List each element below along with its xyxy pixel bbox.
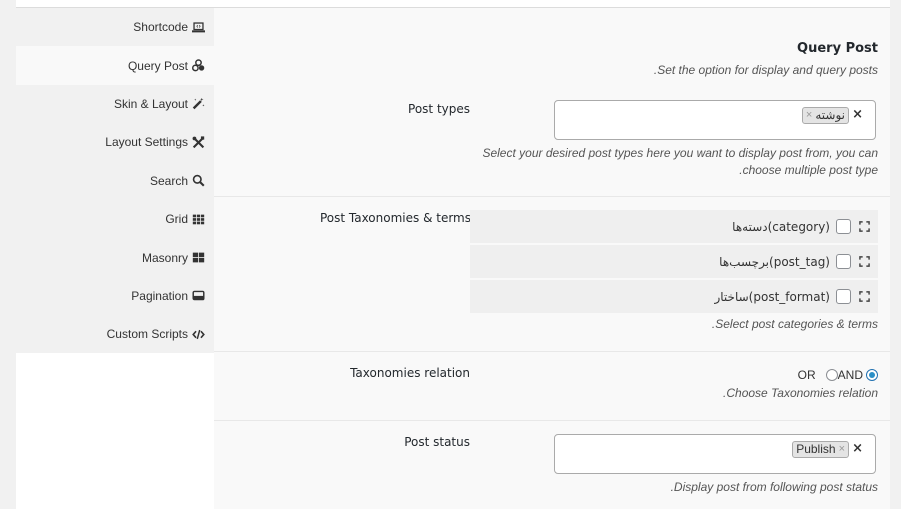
or-radio[interactable] [825,369,838,381]
taxonomy-label: دسته‌ها(category) [732,219,830,234]
row-divider [214,196,890,197]
sidebar-item-label: Grid [165,212,188,227]
taxonomies-list: دسته‌ها(category) برچسب‌ها(post_tag) ساخ… [470,210,878,313]
help-line: Select your desired post types here you … [482,146,878,160]
and-radio[interactable] [866,369,878,381]
code-icon [192,328,205,341]
sidebar-item-pagination[interactable]: Pagination [16,277,214,315]
taxonomy-row: ساختار(post_format) [470,280,878,313]
tag-label: نوشته [815,108,845,122]
taxonomy-label: برچسب‌ها(post_tag) [719,254,830,269]
sidebar-item-custom-scripts[interactable]: Custom Scripts [16,315,214,353]
settings-sidebar: Shortcode Query Post Skin & Layout Layou… [16,8,214,353]
top-bar [16,0,890,8]
clear-selection-icon[interactable]: × [852,107,863,122]
help-line: .choose multiple post type [739,163,878,177]
sidebar-item-label: Shortcode [133,20,188,35]
cubes-icon [192,59,205,72]
sidebar-item-label: Masonry [141,250,188,265]
selected-tag: × نوشته [801,107,849,124]
sidebar-item-masonry[interactable]: Masonry [16,238,214,276]
taxonomy-row: برچسب‌ها(post_tag) [470,245,878,280]
post-status-help: .Display post from following post status [670,480,878,494]
taxonomy-checkbox[interactable] [836,289,851,304]
scrollbar-track[interactable] [890,0,901,509]
sidebar-item-skin-layout[interactable]: Skin & Layout [16,85,214,123]
sidebar-item-label: Search [149,173,188,188]
post-types-select[interactable]: × × نوشته [554,100,876,140]
sidebar-item-query-post[interactable]: Query Post [16,46,214,85]
search-icon [192,174,205,187]
laptop-code-icon [192,21,205,34]
sidebar-item-shortcode[interactable]: Shortcode [16,8,214,46]
sidebar-item-label: Query Post [127,58,188,73]
sidebar-item-label: Pagination [131,288,188,303]
sidebar-item-label: Layout Settings [105,135,188,150]
relation-radio-group: OR AND [798,368,878,382]
row-divider [214,420,890,421]
tag-label: Publish [796,442,836,456]
sidebar-empty-area [16,353,214,509]
taxonomy-row: دسته‌ها(category) [470,210,878,245]
post-status-select[interactable]: × Publish × [554,434,876,474]
taxonomy-checkbox[interactable] [836,219,851,234]
masonry-icon [192,251,205,264]
tools-icon [192,136,205,149]
clear-selection-icon[interactable]: × [852,441,863,456]
sidebar-item-search[interactable]: Search [16,162,214,200]
sidebar-item-grid[interactable]: Grid [16,200,214,238]
expand-icon[interactable] [859,256,870,267]
sidebar-item-label: Custom Scripts [106,327,188,342]
taxonomies-label: Post Taxonomies & terms [319,211,471,225]
pagination-icon [192,289,205,302]
query-post-panel: Query Post .Set the option for display a… [214,8,890,509]
sidebar-item-label: Skin & Layout [113,96,188,111]
row-divider [214,351,890,352]
magic-wand-icon [192,97,205,110]
section-subtitle: .Set the option for display and query po… [653,63,878,77]
remove-tag-icon[interactable]: × [806,108,812,123]
post-types-label: Post types [408,102,470,116]
grid-icon [192,213,205,226]
and-label: AND [837,368,863,382]
remove-tag-icon[interactable]: × [839,442,845,457]
section-title: Query Post [797,41,878,56]
post-status-label: Post status [404,435,470,449]
post-types-help: Select your desired post types here you … [482,145,878,179]
taxonomy-checkbox[interactable] [836,254,851,269]
sidebar-item-layout-settings[interactable]: Layout Settings [16,123,214,161]
relation-label: Taxonomies relation [350,366,470,380]
taxonomies-help: .Select post categories & terms [711,317,878,331]
expand-icon[interactable] [859,221,870,232]
or-label: OR [797,368,816,382]
taxonomy-label: ساختار(post_format) [714,289,830,304]
expand-icon[interactable] [859,291,870,302]
selected-tag: Publish × [792,441,849,458]
relation-help: .Choose Taxonomies relation [723,386,878,400]
